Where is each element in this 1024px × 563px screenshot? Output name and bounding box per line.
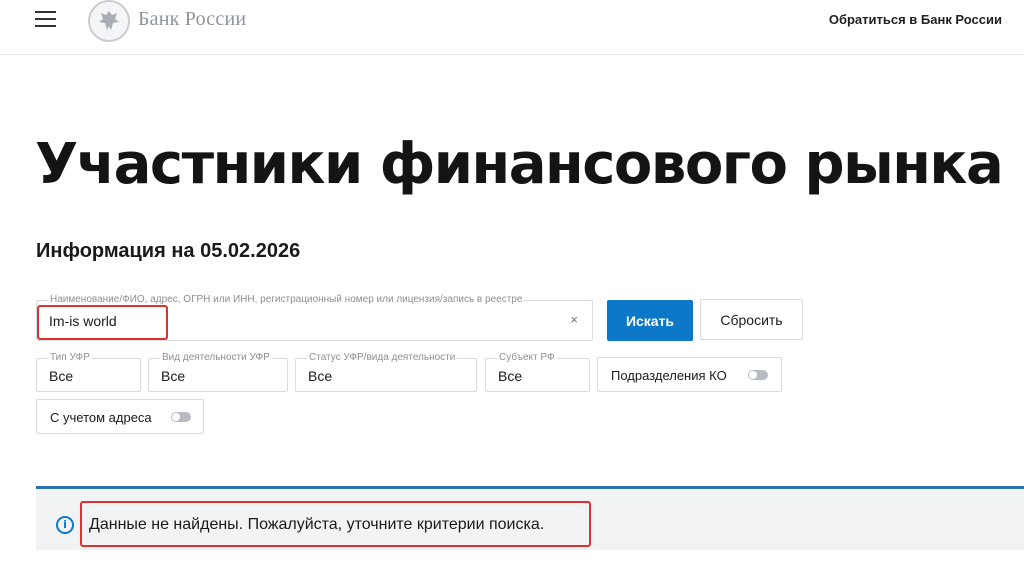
status-select-label: Статус УФР/вида деятельности [307, 352, 458, 363]
toggle-switch-icon[interactable] [748, 370, 768, 380]
toggle-switch-icon[interactable] [171, 412, 191, 422]
info-icon: i [56, 516, 74, 534]
activity-select[interactable]: Вид деятельности УФР Все [148, 352, 288, 392]
logo-text[interactable]: Банк России [138, 8, 246, 31]
contact-bank-link[interactable]: Обратиться в Банк России [829, 12, 1002, 27]
page-title: Участники финансового рынка [35, 132, 1004, 197]
activity-select-value[interactable]: Все [161, 368, 185, 384]
clear-icon[interactable]: × [570, 312, 578, 327]
address-toggle-label: С учетом адреса [50, 410, 152, 425]
subject-select-value[interactable]: Все [498, 368, 522, 384]
search-value-highlight [37, 305, 168, 340]
search-button[interactable]: Искать [607, 300, 693, 341]
reset-button[interactable]: Сбросить [700, 299, 803, 340]
subject-select[interactable]: Субъект РФ Все [485, 352, 590, 392]
notice-highlight [80, 501, 591, 547]
site-header: Банк России Обратиться в Банк России [0, 0, 1024, 55]
activity-select-label: Вид деятельности УФР [160, 352, 272, 363]
bank-logo-icon[interactable] [88, 0, 130, 42]
address-toggle[interactable]: С учетом адреса [36, 399, 204, 434]
type-select[interactable]: Тип УФР Все [36, 352, 141, 392]
subject-select-label: Субъект РФ [497, 352, 557, 363]
type-select-label: Тип УФР [48, 352, 92, 363]
status-select[interactable]: Статус УФР/вида деятельности Все [295, 352, 477, 392]
menu-icon[interactable] [35, 11, 56, 27]
search-input-label: Наименование/ФИО, адрес, ОГРН или ИНН, р… [48, 294, 525, 305]
status-select-value[interactable]: Все [308, 368, 332, 384]
info-date-heading: Информация на 05.02.2026 [36, 240, 301, 262]
ko-divisions-label: Подразделения КО [611, 368, 727, 383]
ko-divisions-toggle[interactable]: Подразделения КО [597, 357, 782, 392]
type-select-value[interactable]: Все [49, 368, 73, 384]
